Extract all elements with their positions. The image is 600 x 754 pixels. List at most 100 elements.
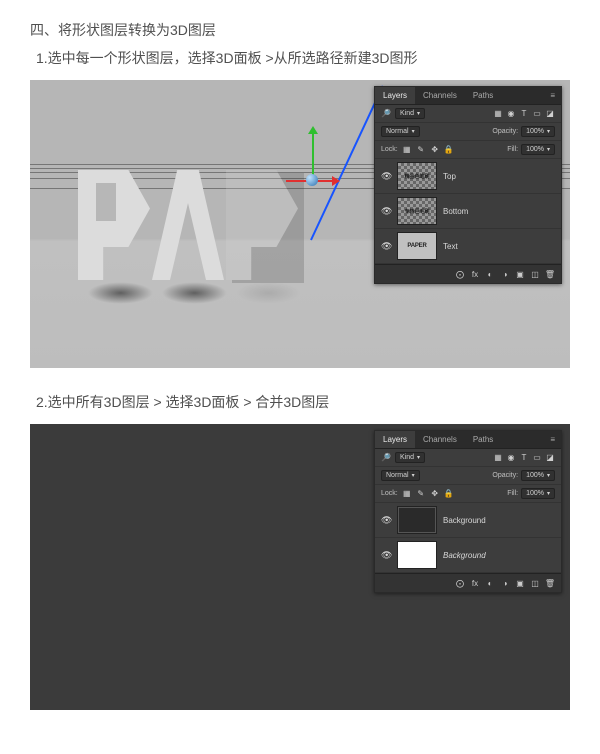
- lock-position-icon[interactable]: ✥: [430, 145, 440, 155]
- blend-row: Normal ▾ Opacity: 100% ▾: [375, 467, 561, 485]
- adjustment-icon[interactable]: ◑: [500, 269, 510, 279]
- filter-adjust-icon[interactable]: ◉: [506, 453, 516, 463]
- lock-pixels-icon[interactable]: ✎: [416, 489, 426, 499]
- chevron-down-icon: ▾: [547, 472, 550, 479]
- letter-faded: [226, 170, 298, 280]
- filter-icons: ▦ ◉ T ▭ ◪: [493, 109, 555, 119]
- fx-icon[interactable]: fx: [470, 269, 480, 279]
- layers-panel: Layers Channels Paths ≡ 🔎 Kind ▾ ▦ ◉ T ▭…: [374, 86, 562, 284]
- opacity-label: Opacity:: [492, 128, 518, 135]
- layer-thumbnail[interactable]: PAPER: [397, 232, 437, 260]
- lock-row: Lock: ▦ ✎ ✥ 🔒 Fill: 100% ▾: [375, 485, 561, 503]
- fill-value: 100%: [526, 490, 544, 497]
- blend-mode-select[interactable]: Normal ▾: [381, 470, 420, 481]
- tab-paths[interactable]: Paths: [465, 431, 501, 448]
- link-icon[interactable]: ⨀: [455, 269, 465, 279]
- layer-name[interactable]: Background: [443, 551, 486, 560]
- chevron-down-icon: ▾: [412, 472, 415, 479]
- panel-footer: ⨀ fx ◐ ◑ ▣ ◫ 🗑: [375, 573, 561, 592]
- trash-icon[interactable]: 🗑: [545, 269, 555, 279]
- visibility-eye-icon[interactable]: 👁: [381, 515, 391, 526]
- layer-list: 👁 精品色笔刷 Top 👁 专转巨毛刷 Bottom 👁 PAPER Text: [375, 159, 561, 264]
- kind-filter-label: Kind: [400, 454, 414, 461]
- visibility-eye-icon[interactable]: 👁: [381, 241, 391, 252]
- lock-all-icon[interactable]: 🔒: [444, 145, 454, 155]
- letter-p: [78, 170, 150, 280]
- layer-name[interactable]: Background: [443, 516, 486, 525]
- filter-row: 🔎 Kind ▾ ▦ ◉ T ▭ ◪: [375, 449, 561, 467]
- layers-panel: Layers Channels Paths ≡ 🔎 Kind ▾ ▦ ◉ T ▭…: [374, 430, 562, 593]
- panel-menu-icon[interactable]: ≡: [544, 87, 561, 104]
- filter-shape-icon[interactable]: ▭: [532, 109, 542, 119]
- screenshot-1: Layers Channels Paths ≡ 🔎 Kind ▾ ▦ ◉ T ▭…: [30, 80, 570, 368]
- mask-icon[interactable]: ◐: [485, 269, 495, 279]
- new-layer-icon[interactable]: ◫: [530, 578, 540, 588]
- layer-thumbnail[interactable]: [397, 541, 437, 569]
- layer-row[interactable]: 👁 Background: [375, 503, 561, 538]
- lock-transparent-icon[interactable]: ▦: [402, 145, 412, 155]
- link-icon[interactable]: ⨀: [455, 578, 465, 588]
- layer-thumbnail[interactable]: 精品色笔刷: [397, 162, 437, 190]
- opacity-select[interactable]: 100% ▾: [521, 470, 555, 481]
- visibility-eye-icon[interactable]: 👁: [381, 171, 391, 182]
- chevron-down-icon: ▾: [547, 146, 550, 153]
- chevron-down-icon: ▾: [547, 128, 550, 135]
- mask-icon[interactable]: ◐: [485, 578, 495, 588]
- layer-row[interactable]: 👁 PAPER Text: [375, 229, 561, 264]
- opacity-value: 100%: [526, 128, 544, 135]
- lock-position-icon[interactable]: ✥: [430, 489, 440, 499]
- kind-filter-select[interactable]: Kind ▾: [395, 452, 425, 463]
- layer-row[interactable]: 👁 Background: [375, 538, 561, 573]
- lock-icons: ▦ ✎ ✥ 🔒: [402, 489, 454, 499]
- screenshot-2: Layers Channels Paths ≡ 🔎 Kind ▾ ▦ ◉ T ▭…: [30, 424, 570, 710]
- layer-row[interactable]: 👁 专转巨毛刷 Bottom: [375, 194, 561, 229]
- trash-icon[interactable]: 🗑: [545, 578, 555, 588]
- layer-name[interactable]: Bottom: [443, 207, 468, 216]
- filter-smart-icon[interactable]: ◪: [545, 453, 555, 463]
- kind-filter-select[interactable]: Kind ▾: [395, 108, 425, 119]
- tab-layers[interactable]: Layers: [375, 87, 415, 104]
- fx-icon[interactable]: fx: [470, 578, 480, 588]
- lock-pixels-icon[interactable]: ✎: [416, 145, 426, 155]
- fill-label: Fill:: [507, 490, 518, 497]
- panel-menu-icon[interactable]: ≡: [544, 431, 561, 448]
- lock-transparent-icon[interactable]: ▦: [402, 489, 412, 499]
- group-icon[interactable]: ▣: [515, 578, 525, 588]
- filter-adjust-icon[interactable]: ◉: [506, 109, 516, 119]
- step-1-text: 1.选中每一个形状图层，选择3D面板 >从所选路径新建3D图形: [36, 48, 570, 68]
- letter-a: [152, 170, 224, 280]
- fill-select[interactable]: 100% ▾: [521, 144, 555, 155]
- adjustment-icon[interactable]: ◑: [500, 578, 510, 588]
- step-2-text: 2.选中所有3D图层 > 选择3D面板 > 合并3D图层: [36, 392, 570, 412]
- lock-label: Lock:: [381, 490, 398, 497]
- layer-thumbnail[interactable]: [397, 506, 437, 534]
- tab-paths[interactable]: Paths: [465, 87, 501, 104]
- group-icon[interactable]: ▣: [515, 269, 525, 279]
- layer-name[interactable]: Text: [443, 242, 458, 251]
- layer-row[interactable]: 👁 精品色笔刷 Top: [375, 159, 561, 194]
- lock-all-icon[interactable]: 🔒: [444, 489, 454, 499]
- opacity-value: 100%: [526, 472, 544, 479]
- blend-mode-value: Normal: [386, 472, 409, 479]
- filter-text-icon[interactable]: T: [519, 109, 529, 119]
- filter-pixel-icon[interactable]: ▦: [493, 453, 503, 463]
- fill-select[interactable]: 100% ▾: [521, 488, 555, 499]
- new-layer-icon[interactable]: ◫: [530, 269, 540, 279]
- layer-thumbnail[interactable]: 专转巨毛刷: [397, 197, 437, 225]
- opacity-select[interactable]: 100% ▾: [521, 126, 555, 137]
- tab-layers[interactable]: Layers: [375, 431, 415, 448]
- guide-line: [310, 86, 384, 241]
- fill-label: Fill:: [507, 146, 518, 153]
- tab-channels[interactable]: Channels: [415, 87, 465, 104]
- lock-row: Lock: ▦ ✎ ✥ 🔒 Fill: 100% ▾: [375, 141, 561, 159]
- filter-shape-icon[interactable]: ▭: [532, 453, 542, 463]
- 3d-letters: [78, 170, 298, 280]
- visibility-eye-icon[interactable]: 👁: [381, 550, 391, 561]
- filter-text-icon[interactable]: T: [519, 453, 529, 463]
- visibility-eye-icon[interactable]: 👁: [381, 206, 391, 217]
- blend-mode-select[interactable]: Normal ▾: [381, 126, 420, 137]
- layer-name[interactable]: Top: [443, 172, 456, 181]
- tab-channels[interactable]: Channels: [415, 431, 465, 448]
- filter-pixel-icon[interactable]: ▦: [493, 109, 503, 119]
- filter-smart-icon[interactable]: ◪: [545, 109, 555, 119]
